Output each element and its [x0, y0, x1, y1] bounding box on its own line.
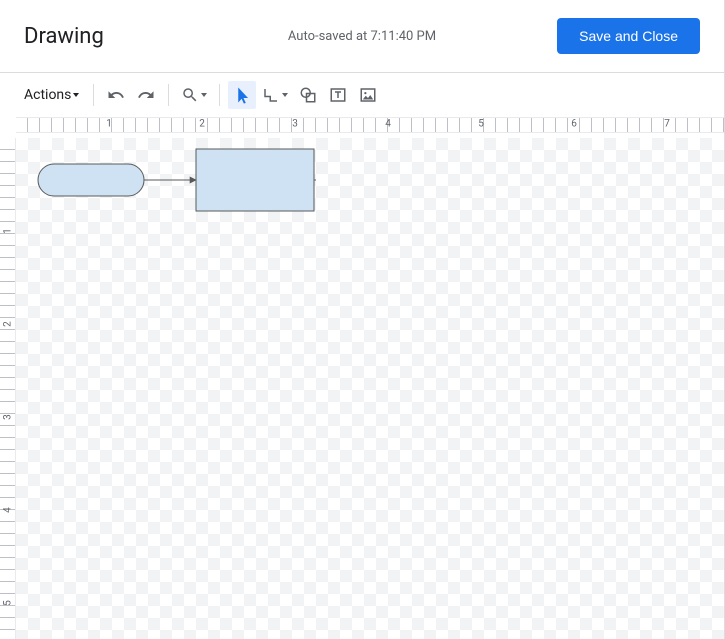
autosave-status: Auto-saved at 7:11:40 PM — [288, 29, 436, 44]
ruler-tick: 2 — [3, 321, 14, 327]
image-tool[interactable] — [354, 81, 382, 109]
magnifier-icon — [181, 86, 199, 104]
zoom-menu[interactable] — [177, 81, 211, 109]
ruler-horizontal: 1 2 3 4 5 6 7 — [16, 117, 724, 133]
separator — [168, 84, 169, 106]
image-icon — [359, 86, 377, 104]
redo-icon — [137, 86, 155, 104]
ruler-tick: 4 — [385, 119, 391, 130]
polyline-icon — [262, 86, 280, 104]
dropdown-arrow-icon — [201, 93, 207, 97]
ruler-tick: 1 — [3, 228, 14, 234]
ruler-tick: 5 — [478, 119, 484, 130]
dialog-title: Drawing — [24, 24, 104, 49]
dialog-header: Drawing Auto-saved at 7:11:40 PM Save an… — [0, 0, 724, 73]
toolbar: Actions — [0, 73, 724, 117]
separator — [93, 84, 94, 106]
shape-tool-menu[interactable] — [294, 81, 322, 109]
undo-icon — [107, 86, 125, 104]
save-and-close-button[interactable]: Save and Close — [557, 18, 700, 54]
redo-button[interactable] — [132, 81, 160, 109]
ruler-tick: 2 — [199, 119, 205, 130]
shape-terminator[interactable] — [38, 164, 144, 196]
select-tool[interactable] — [228, 81, 256, 109]
undo-button[interactable] — [102, 81, 130, 109]
ruler-tick: 7 — [664, 119, 670, 130]
ruler-tick: 5 — [3, 600, 14, 606]
canvas-area[interactable] — [16, 138, 724, 639]
ruler-tick: 3 — [3, 414, 14, 420]
ruler-tick: 1 — [106, 119, 112, 130]
cursor-icon — [233, 86, 251, 104]
separator — [219, 84, 220, 106]
actions-label: Actions — [24, 87, 71, 103]
textbox-tool[interactable] — [324, 81, 352, 109]
ruler-tick: 6 — [571, 119, 577, 130]
actions-menu[interactable]: Actions — [18, 81, 85, 109]
ruler-vertical: 1 2 3 4 5 — [0, 138, 16, 639]
flowchart-drawing[interactable] — [16, 138, 316, 288]
shapes-icon — [299, 86, 317, 104]
textbox-icon — [329, 86, 347, 104]
shape-process[interactable] — [196, 149, 314, 211]
ruler-tick: 4 — [3, 507, 14, 513]
dropdown-arrow-icon — [282, 93, 288, 97]
dropdown-arrow-icon — [73, 93, 79, 97]
ruler-tick: 3 — [292, 119, 298, 130]
line-tool-menu[interactable] — [258, 81, 292, 109]
